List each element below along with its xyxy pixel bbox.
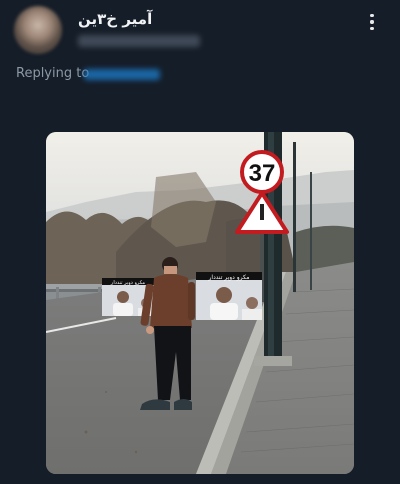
author-display-name[interactable]: آمیر خ۳ین [78,10,152,28]
author-avatar[interactable] [14,6,62,54]
replying-to-label: Replying to [16,66,90,81]
photo-scene: 37 مکرو دوپر تنددار مکرو دوپر تنددار [46,132,354,474]
speed-sign-number: 37 [249,160,276,187]
meme-panel-right: مکرو دوپر تنددار [196,272,262,320]
author-handle-blurred[interactable] [78,35,200,47]
meme-caption-left: مکرو دوپر تنددار [110,280,145,286]
meme-caption-right: مکرو دوپر تنددار [208,274,250,281]
tweet-media-photo[interactable]: 37 مکرو دوپر تنددار مکرو دوپر تنددار [46,132,354,474]
reply-target-handle-blurred[interactable] [84,69,160,80]
more-options-icon[interactable] [364,12,380,32]
